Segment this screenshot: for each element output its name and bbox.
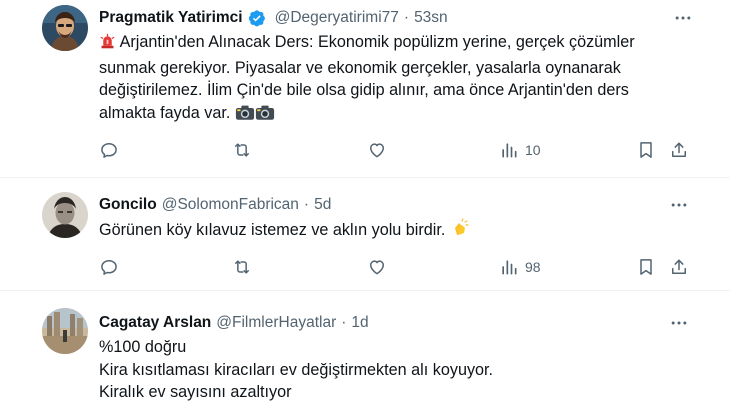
share-icon	[669, 257, 689, 277]
separator-dot: ·	[341, 314, 347, 331]
views-chart-icon	[499, 140, 519, 160]
bookmark-button[interactable]	[636, 257, 656, 277]
retweet-button[interactable]	[232, 257, 252, 277]
user-handle[interactable]: @SolomonFabrican	[162, 196, 299, 214]
avatar[interactable]	[42, 192, 88, 238]
display-name[interactable]: Goncilo	[99, 196, 157, 214]
tweet-goncilo[interactable]: Goncilo @SolomonFabrican · 5d Görünen kö…	[0, 178, 730, 291]
tweet-text: %100 doğru Kira kısıtlaması kiracıları e…	[99, 336, 690, 404]
share-button[interactable]	[669, 257, 689, 277]
bookmark-icon	[636, 140, 656, 160]
tweet-text: Görünen köy kılavuz istemez ve aklın yol…	[99, 218, 690, 245]
verified-badge-icon	[248, 9, 266, 27]
camera-flash-icon	[255, 104, 275, 128]
tweet-header: Goncilo @SolomonFabrican · 5d	[99, 194, 690, 216]
reply-button[interactable]	[99, 257, 119, 277]
share-button[interactable]	[669, 140, 689, 160]
tweet-line: Kira kısıtlaması kiracıları ev değiştirm…	[99, 360, 494, 379]
reply-button[interactable]	[99, 140, 119, 160]
more-options-icon[interactable]	[668, 312, 690, 334]
views-count: 98	[525, 259, 541, 275]
tweet-line: sunmak gerekiyor. Piyasalar ve ekonomik …	[99, 58, 621, 77]
reply-icon	[99, 140, 119, 160]
display-name[interactable]: Pragmatik Yatirimci	[99, 9, 243, 27]
clapping-hands-icon	[450, 218, 470, 245]
bookmark-button[interactable]	[636, 140, 656, 160]
views-button[interactable]: 98	[499, 257, 541, 277]
user-handle[interactable]: @Degeryatirimi77	[275, 9, 399, 27]
timestamp[interactable]: 1d	[351, 314, 368, 332]
avatar[interactable]	[42, 5, 88, 51]
share-icon	[669, 140, 689, 160]
tweet-line: almakta fayda var.	[99, 103, 231, 122]
rotating-light-icon	[99, 33, 116, 57]
tweet-line: Arjantin'den Alınacak Ders: Ekonomik pop…	[119, 33, 635, 51]
views-count: 10	[525, 142, 541, 158]
tweet-line: Kiralık ev sayısını azaltıyor	[99, 383, 292, 401]
heart-icon	[367, 257, 387, 277]
retweet-icon	[232, 257, 252, 277]
tweet-text: Arjantin'den Alınacak Ders: Ekonomik pop…	[99, 31, 690, 127]
like-button[interactable]	[367, 257, 387, 277]
heart-icon	[367, 140, 387, 160]
tweet-header: Pragmatik Yatirimci @Degeryatirimi77 · 5…	[99, 7, 690, 29]
tweet-line: Görünen köy kılavuz istemez ve aklın yol…	[99, 221, 446, 239]
tweet-pragmatik[interactable]: Pragmatik Yatirimci @Degeryatirimi77 · 5…	[0, 0, 730, 178]
tweet-header: Cagatay Arslan @FilmlerHayatlar · 1d	[99, 312, 690, 334]
tweet-line: değiştirilemez. İlim Çin'de bile olsa gi…	[99, 81, 629, 99]
like-button[interactable]	[367, 140, 387, 160]
timestamp[interactable]: 53sn	[414, 9, 448, 27]
more-options-icon[interactable]	[668, 194, 690, 216]
separator-dot: ·	[303, 196, 310, 213]
retweet-icon	[232, 140, 252, 160]
more-options-icon[interactable]	[672, 7, 694, 29]
display-name[interactable]: Cagatay Arslan	[99, 314, 211, 332]
views-chart-icon	[499, 257, 519, 277]
user-handle[interactable]: @FilmlerHayatlar	[216, 314, 336, 332]
bookmark-icon	[636, 257, 656, 277]
tweet-line: %100 doğru	[99, 338, 187, 356]
separator-dot: ·	[403, 9, 410, 26]
camera-flash-icon	[235, 104, 255, 128]
tweet-actions: 98	[99, 257, 691, 281]
tweet-actions: 10	[99, 140, 691, 164]
reply-icon	[99, 257, 119, 277]
views-button[interactable]: 10	[499, 140, 541, 160]
timestamp[interactable]: 5d	[314, 196, 331, 214]
tweet-cagatay[interactable]: Cagatay Arslan @FilmlerHayatlar · 1d %10…	[0, 291, 730, 420]
avatar[interactable]	[42, 308, 88, 354]
retweet-button[interactable]	[232, 140, 252, 160]
